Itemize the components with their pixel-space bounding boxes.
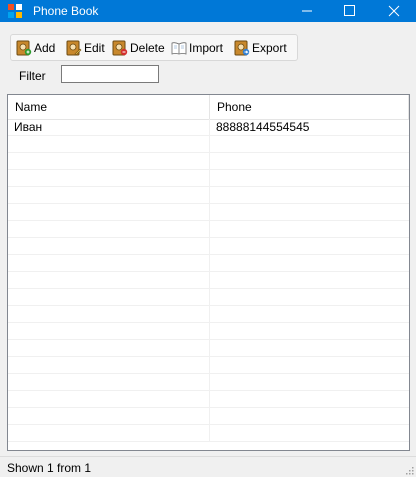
filter-label: Filter bbox=[19, 69, 46, 83]
cell-phone[interactable] bbox=[210, 408, 409, 425]
cell-name[interactable] bbox=[8, 153, 210, 170]
cell-phone[interactable]: 88888144554545 bbox=[210, 119, 409, 136]
cell-name[interactable] bbox=[8, 323, 210, 340]
phone-book-window: Phone Book Add Edit Delete Import Export… bbox=[0, 0, 416, 477]
empty-table-row[interactable] bbox=[8, 408, 409, 425]
cell-phone[interactable] bbox=[210, 255, 409, 272]
cell-name[interactable]: Иван bbox=[8, 119, 210, 136]
contact-add-icon bbox=[16, 40, 32, 55]
empty-table-row[interactable] bbox=[8, 272, 409, 289]
export-button[interactable]: Export bbox=[234, 38, 287, 57]
empty-table-row[interactable] bbox=[8, 170, 409, 187]
cell-name[interactable] bbox=[8, 170, 210, 187]
filter-input[interactable] bbox=[61, 65, 159, 83]
status-bar: Shown 1 from 1 bbox=[0, 456, 416, 477]
cell-name[interactable] bbox=[8, 391, 210, 408]
empty-table-row[interactable] bbox=[8, 289, 409, 306]
delete-button-label: Delete bbox=[130, 40, 165, 55]
cell-phone[interactable] bbox=[210, 170, 409, 187]
empty-table-row[interactable] bbox=[8, 374, 409, 391]
edit-button-label: Edit bbox=[84, 40, 105, 55]
cell-phone[interactable] bbox=[210, 323, 409, 340]
cell-phone[interactable] bbox=[210, 221, 409, 238]
close-icon bbox=[388, 5, 400, 17]
cell-phone[interactable] bbox=[210, 357, 409, 374]
cell-name[interactable] bbox=[8, 255, 210, 272]
cell-phone[interactable] bbox=[210, 391, 409, 408]
minimize-button[interactable] bbox=[285, 0, 329, 22]
contact-delete-icon bbox=[112, 40, 128, 55]
empty-table-row[interactable] bbox=[8, 340, 409, 357]
resize-grip-icon[interactable] bbox=[404, 465, 414, 475]
delete-button[interactable]: Delete bbox=[112, 38, 165, 57]
window-title: Phone Book bbox=[33, 4, 99, 18]
cell-name[interactable] bbox=[8, 408, 210, 425]
cell-name[interactable] bbox=[8, 238, 210, 255]
column-header-phone[interactable]: Phone bbox=[210, 95, 409, 119]
toolbar: Add Edit Delete Import Export bbox=[10, 34, 298, 61]
import-button-label: Import bbox=[189, 40, 224, 55]
cell-name[interactable] bbox=[8, 221, 210, 238]
empty-table-row[interactable] bbox=[8, 221, 409, 238]
column-header-name[interactable]: Name bbox=[8, 95, 210, 119]
cell-name[interactable] bbox=[8, 204, 210, 221]
empty-table-row[interactable] bbox=[8, 323, 409, 340]
cell-phone[interactable] bbox=[210, 289, 409, 306]
grid-header: Name Phone bbox=[8, 95, 409, 120]
cell-name[interactable] bbox=[8, 374, 210, 391]
cell-name[interactable] bbox=[8, 136, 210, 153]
cell-name[interactable] bbox=[8, 187, 210, 204]
empty-table-row[interactable] bbox=[8, 391, 409, 408]
export-button-label: Export bbox=[252, 40, 287, 55]
cell-phone[interactable] bbox=[210, 306, 409, 323]
cell-phone[interactable] bbox=[210, 238, 409, 255]
empty-table-row[interactable] bbox=[8, 255, 409, 272]
empty-table-row[interactable] bbox=[8, 187, 409, 204]
cell-phone[interactable] bbox=[210, 153, 409, 170]
status-text: Shown 1 from 1 bbox=[7, 461, 92, 475]
cell-phone[interactable] bbox=[210, 204, 409, 221]
maximize-button[interactable] bbox=[327, 0, 371, 22]
edit-button[interactable]: Edit bbox=[66, 38, 105, 57]
empty-table-row[interactable] bbox=[8, 357, 409, 374]
cell-phone[interactable] bbox=[210, 272, 409, 289]
cell-name[interactable] bbox=[8, 357, 210, 374]
empty-table-row[interactable] bbox=[8, 425, 409, 442]
cell-phone[interactable] bbox=[210, 187, 409, 204]
empty-table-row[interactable] bbox=[8, 136, 409, 153]
app-icon bbox=[8, 4, 22, 18]
table-row[interactable]: Иван 88888144554545 bbox=[8, 119, 409, 136]
add-button-label: Add bbox=[34, 40, 56, 55]
cell-name[interactable] bbox=[8, 425, 210, 442]
book-open-icon bbox=[171, 41, 187, 55]
cell-phone[interactable] bbox=[210, 340, 409, 357]
cell-phone[interactable] bbox=[210, 136, 409, 153]
cell-name[interactable] bbox=[8, 340, 210, 357]
cell-phone[interactable] bbox=[210, 374, 409, 391]
cell-name[interactable] bbox=[8, 272, 210, 289]
cell-name[interactable] bbox=[8, 289, 210, 306]
empty-table-row[interactable] bbox=[8, 306, 409, 323]
cell-name[interactable] bbox=[8, 306, 210, 323]
minimize-icon bbox=[302, 10, 312, 12]
empty-table-row[interactable] bbox=[8, 153, 409, 170]
contact-export-icon bbox=[234, 40, 250, 55]
import-button[interactable]: Import bbox=[171, 38, 223, 57]
title-bar[interactable]: Phone Book bbox=[0, 0, 416, 22]
maximize-icon bbox=[344, 5, 355, 16]
empty-table-row[interactable] bbox=[8, 204, 409, 221]
contacts-grid[interactable]: Name Phone Иван 88888144554545 bbox=[7, 94, 410, 451]
empty-table-row[interactable] bbox=[8, 238, 409, 255]
contact-edit-icon bbox=[66, 40, 82, 55]
close-button[interactable] bbox=[372, 0, 416, 22]
cell-phone[interactable] bbox=[210, 425, 409, 442]
add-button[interactable]: Add bbox=[16, 38, 55, 57]
